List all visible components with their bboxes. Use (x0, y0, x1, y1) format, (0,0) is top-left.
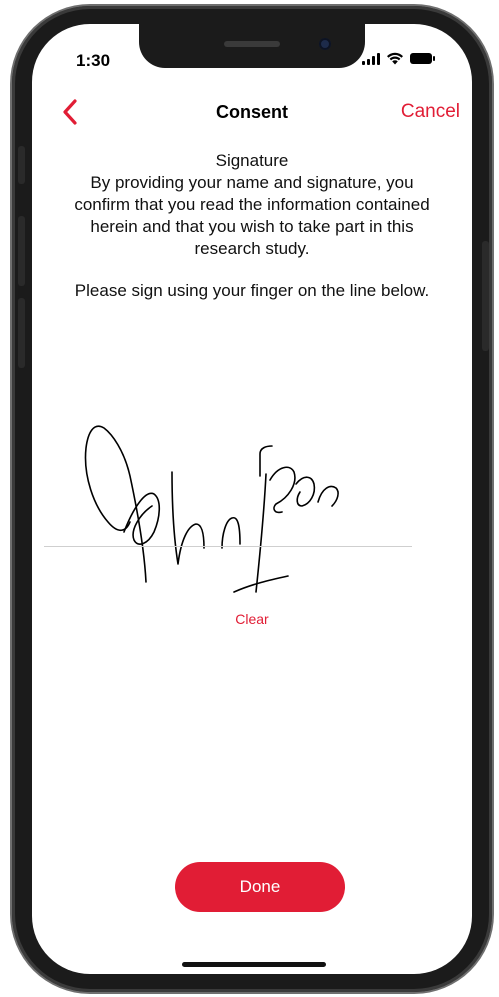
front-camera (319, 38, 331, 50)
volume-up-button (18, 216, 25, 286)
status-icons (362, 52, 435, 65)
speaker-grille (224, 41, 280, 47)
consent-text: Signature By providing your name and sig… (72, 150, 432, 302)
status-time: 1:30 (76, 51, 111, 70)
consent-body: By providing your name and signature, yo… (74, 173, 430, 258)
signature-strokes (84, 425, 339, 593)
power-button (482, 241, 489, 351)
cancel-button[interactable]: Cancel (401, 101, 460, 123)
cellular-signal-icon (362, 52, 380, 65)
mute-switch (18, 146, 25, 184)
section-heading: Signature (215, 151, 289, 170)
navigation-bar: Consent Cancel (32, 96, 472, 136)
signing-instruction: Please sign using your finger on the lin… (74, 281, 430, 300)
clear-signature-button[interactable]: Clear (32, 610, 472, 628)
signature-canvas[interactable] (74, 414, 444, 604)
notch (139, 24, 365, 68)
battery-icon (410, 53, 435, 64)
volume-down-button (18, 298, 25, 368)
wifi-icon (387, 52, 403, 65)
screen: 1:30 Consent Cancel Signature By providi… (32, 24, 472, 974)
done-button[interactable]: Done (175, 862, 345, 912)
signature-line (44, 546, 412, 547)
